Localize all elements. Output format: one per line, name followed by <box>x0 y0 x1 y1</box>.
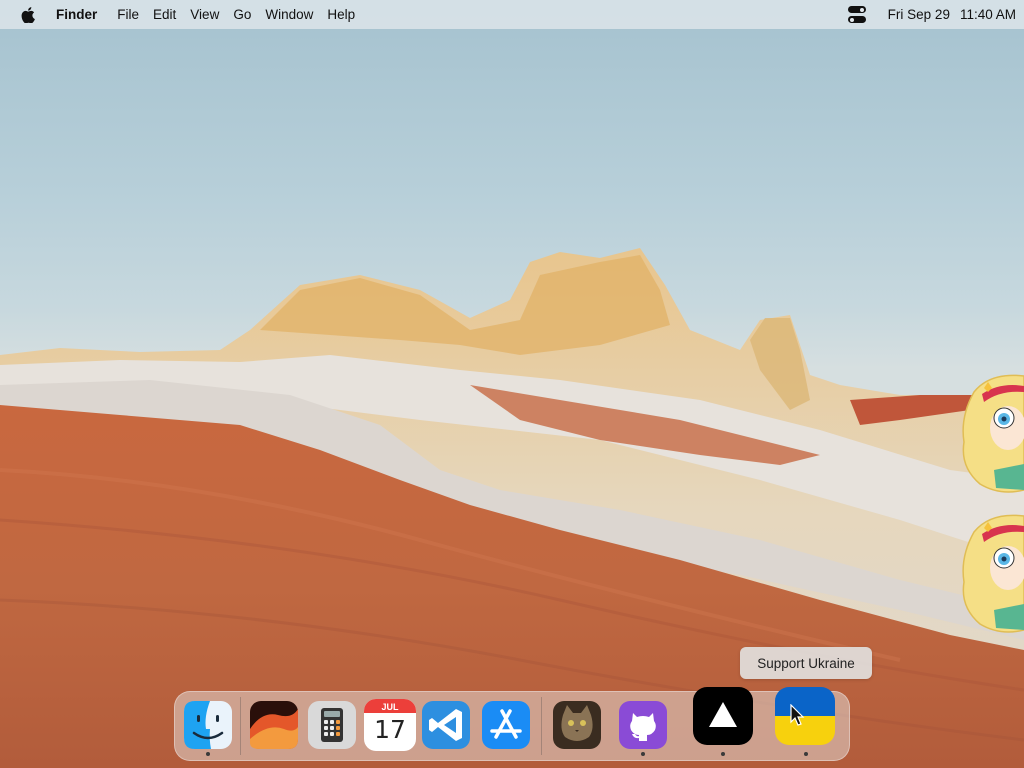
dock-separator <box>240 697 241 755</box>
dock-item-vercel[interactable] <box>691 685 755 747</box>
vercel-triangle-icon <box>693 687 753 745</box>
app-name-finder[interactable]: Finder <box>56 7 97 22</box>
running-indicator <box>641 752 645 756</box>
dock-item-ventura[interactable] <box>248 699 300 751</box>
running-indicator <box>804 752 808 756</box>
dock-item-app-store[interactable] <box>480 699 532 751</box>
github-icon <box>619 701 667 749</box>
mouse-cursor-icon <box>790 704 805 726</box>
dock-item-calendar[interactable]: JUL 17 <box>364 699 416 751</box>
dock-item-calculator[interactable] <box>306 699 358 751</box>
calendar-day: 17 <box>374 715 406 744</box>
dock-item-cat[interactable] <box>551 699 603 751</box>
ventura-icon <box>250 701 298 749</box>
dock-item-github[interactable] <box>617 699 669 751</box>
running-indicator <box>206 752 210 756</box>
cartoon-sticker-icon[interactable] <box>960 512 1024 638</box>
menu-edit[interactable]: Edit <box>153 7 176 22</box>
calendar-month: JUL <box>381 702 399 712</box>
dock-item-vscode[interactable] <box>420 699 472 751</box>
cat-photo-icon <box>553 701 601 749</box>
dock-item-finder[interactable] <box>182 699 234 751</box>
menu-bar: Finder File Edit View Go Window Help Fri… <box>0 0 1024 29</box>
cartoon-sticker-icon[interactable] <box>960 372 1024 498</box>
menu-help[interactable]: Help <box>327 7 355 22</box>
dock-separator <box>541 697 542 755</box>
control-center-icon[interactable] <box>847 6 866 23</box>
menu-window[interactable]: Window <box>265 7 313 22</box>
menu-file[interactable]: File <box>117 7 139 22</box>
vscode-icon <box>422 701 470 749</box>
menu-go[interactable]: Go <box>233 7 251 22</box>
calculator-icon <box>308 701 356 749</box>
menubar-date[interactable]: Fri Sep 29 <box>888 7 950 22</box>
menubar-time[interactable]: 11:40 AM <box>960 7 1016 22</box>
dock-tooltip: Support Ukraine <box>740 647 872 679</box>
finder-icon <box>184 701 232 749</box>
menu-view[interactable]: View <box>190 7 219 22</box>
running-indicator <box>721 752 725 756</box>
apple-logo-icon[interactable] <box>0 6 56 23</box>
app-store-icon <box>482 701 530 749</box>
